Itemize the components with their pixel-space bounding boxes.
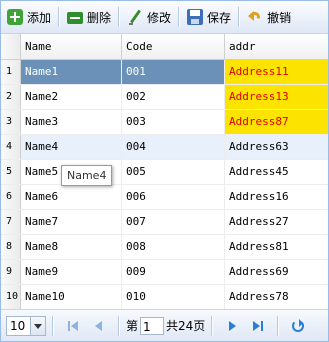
pager-separator — [118, 315, 120, 336]
cell-name[interactable]: Name6 — [21, 185, 122, 209]
cell-addr[interactable]: Address45 — [225, 160, 328, 184]
toolbar-separator — [238, 7, 241, 27]
table-row[interactable]: 6 Name6 006 Address16 — [1, 185, 328, 210]
undo-icon — [247, 9, 263, 25]
cell-code[interactable]: 009 — [122, 260, 225, 284]
cell-addr[interactable]: Address81 — [225, 235, 328, 259]
table-row[interactable]: 4 Name4 004 Address63 — [1, 135, 328, 160]
cell-addr[interactable]: Address69 — [225, 260, 328, 284]
cell-name[interactable]: Name10 — [21, 285, 122, 309]
row-number: 9 — [1, 260, 21, 284]
cell-code[interactable]: 003 — [122, 110, 225, 134]
first-page-icon[interactable] — [65, 318, 81, 334]
cell-name[interactable]: Name2 — [21, 85, 122, 109]
pencil-icon — [127, 9, 143, 25]
table-row[interactable]: 5 Name5 005 Address45 — [1, 160, 328, 185]
cell-code[interactable]: 010 — [122, 285, 225, 309]
cell-code[interactable]: 002 — [122, 85, 225, 109]
cell-tooltip: Name4 — [61, 165, 113, 186]
table-row[interactable]: 3 Name3 003 Address87 — [1, 110, 328, 135]
edit-button[interactable]: 修改 — [123, 5, 175, 29]
table-row[interactable]: 9 Name9 009 Address69 — [1, 260, 328, 285]
cell-name[interactable]: Name3 — [21, 110, 122, 134]
toolbar-separator — [58, 7, 61, 27]
row-number: 8 — [1, 235, 21, 259]
cell-name[interactable]: Name1 — [21, 60, 122, 84]
row-number: 4 — [1, 135, 21, 159]
page-prefix-label: 第 — [126, 319, 139, 333]
save-button[interactable]: 保存 — [183, 5, 235, 29]
toolbar-separator — [178, 7, 181, 27]
cell-name[interactable]: Name4 — [21, 135, 122, 159]
next-page-icon[interactable] — [224, 318, 240, 334]
delete-label: 删除 — [87, 10, 112, 25]
table-row[interactable]: 1 Name1 001 Address11 — [1, 60, 328, 85]
cell-name[interactable]: Name8 — [21, 235, 122, 259]
minus-icon — [67, 12, 84, 24]
cell-addr[interactable]: Address27 — [225, 210, 328, 234]
cell-addr[interactable]: Address78 — [225, 285, 328, 309]
undo-button[interactable]: 撤销 — [243, 5, 295, 29]
undo-label: 撤销 — [267, 10, 292, 25]
chevron-down-icon[interactable] — [30, 316, 45, 335]
pager-separator — [52, 315, 54, 336]
last-page-icon[interactable] — [250, 318, 266, 334]
cell-addr[interactable]: Address13 — [225, 85, 328, 109]
cell-addr[interactable]: Address63 — [225, 135, 328, 159]
add-icon — [7, 9, 23, 25]
total-pages-label: 共24页 — [166, 319, 206, 333]
cell-code[interactable]: 007 — [122, 210, 225, 234]
cell-code[interactable]: 008 — [122, 235, 225, 259]
delete-button[interactable]: 删除 — [63, 5, 115, 29]
save-icon — [187, 9, 204, 25]
previous-page-icon[interactable] — [91, 318, 107, 334]
cell-addr[interactable]: Address11 — [225, 60, 328, 84]
table-row[interactable]: 10 Name10 010 Address78 — [1, 285, 328, 310]
data-grid: 添加 删除 修改 保存 撤销 Name Code addr 1 Name1 00… — [0, 0, 329, 342]
row-number: 10 — [1, 285, 21, 309]
cell-addr[interactable]: Address87 — [225, 110, 328, 134]
edit-label: 修改 — [147, 10, 172, 25]
pagination-bar: 10 第 1 共24页 — [1, 309, 328, 341]
toolbar: 添加 删除 修改 保存 撤销 — [1, 1, 328, 34]
page-size-select[interactable]: 10 — [6, 315, 46, 336]
cell-code[interactable]: 006 — [122, 185, 225, 209]
add-button[interactable]: 添加 — [3, 5, 55, 29]
column-header-addr[interactable]: addr — [225, 34, 328, 59]
grid-body: 1 Name1 001 Address11 2 Name2 002 Addres… — [1, 60, 328, 310]
cell-code[interactable]: 004 — [122, 135, 225, 159]
page-size-value: 10 — [10, 318, 26, 333]
column-header-name[interactable]: Name — [21, 34, 122, 59]
grid-header: Name Code addr — [1, 34, 328, 60]
row-number-header — [1, 34, 21, 59]
page-number-input[interactable]: 1 — [140, 316, 165, 335]
cell-name[interactable]: Name9 — [21, 260, 122, 284]
table-row[interactable]: 8 Name8 008 Address81 — [1, 235, 328, 260]
table-row[interactable]: 7 Name7 007 Address27 — [1, 210, 328, 235]
pager-separator — [211, 315, 214, 336]
cell-code[interactable]: 005 — [122, 160, 225, 184]
toolbar-separator — [118, 7, 121, 27]
refresh-icon[interactable] — [290, 318, 306, 334]
column-header-code[interactable]: Code — [122, 34, 225, 59]
row-number: 2 — [1, 85, 21, 109]
cell-name[interactable]: Name7 — [21, 210, 122, 234]
add-label: 添加 — [27, 10, 52, 25]
save-label: 保存 — [207, 10, 232, 25]
pager-separator — [277, 315, 280, 336]
row-number: 1 — [1, 60, 21, 84]
row-number: 3 — [1, 110, 21, 134]
row-number: 6 — [1, 185, 21, 209]
cell-code[interactable]: 001 — [122, 60, 225, 84]
row-number: 7 — [1, 210, 21, 234]
table-row[interactable]: 2 Name2 002 Address13 — [1, 85, 328, 110]
cell-addr[interactable]: Address16 — [225, 185, 328, 209]
row-number: 5 — [1, 160, 21, 184]
